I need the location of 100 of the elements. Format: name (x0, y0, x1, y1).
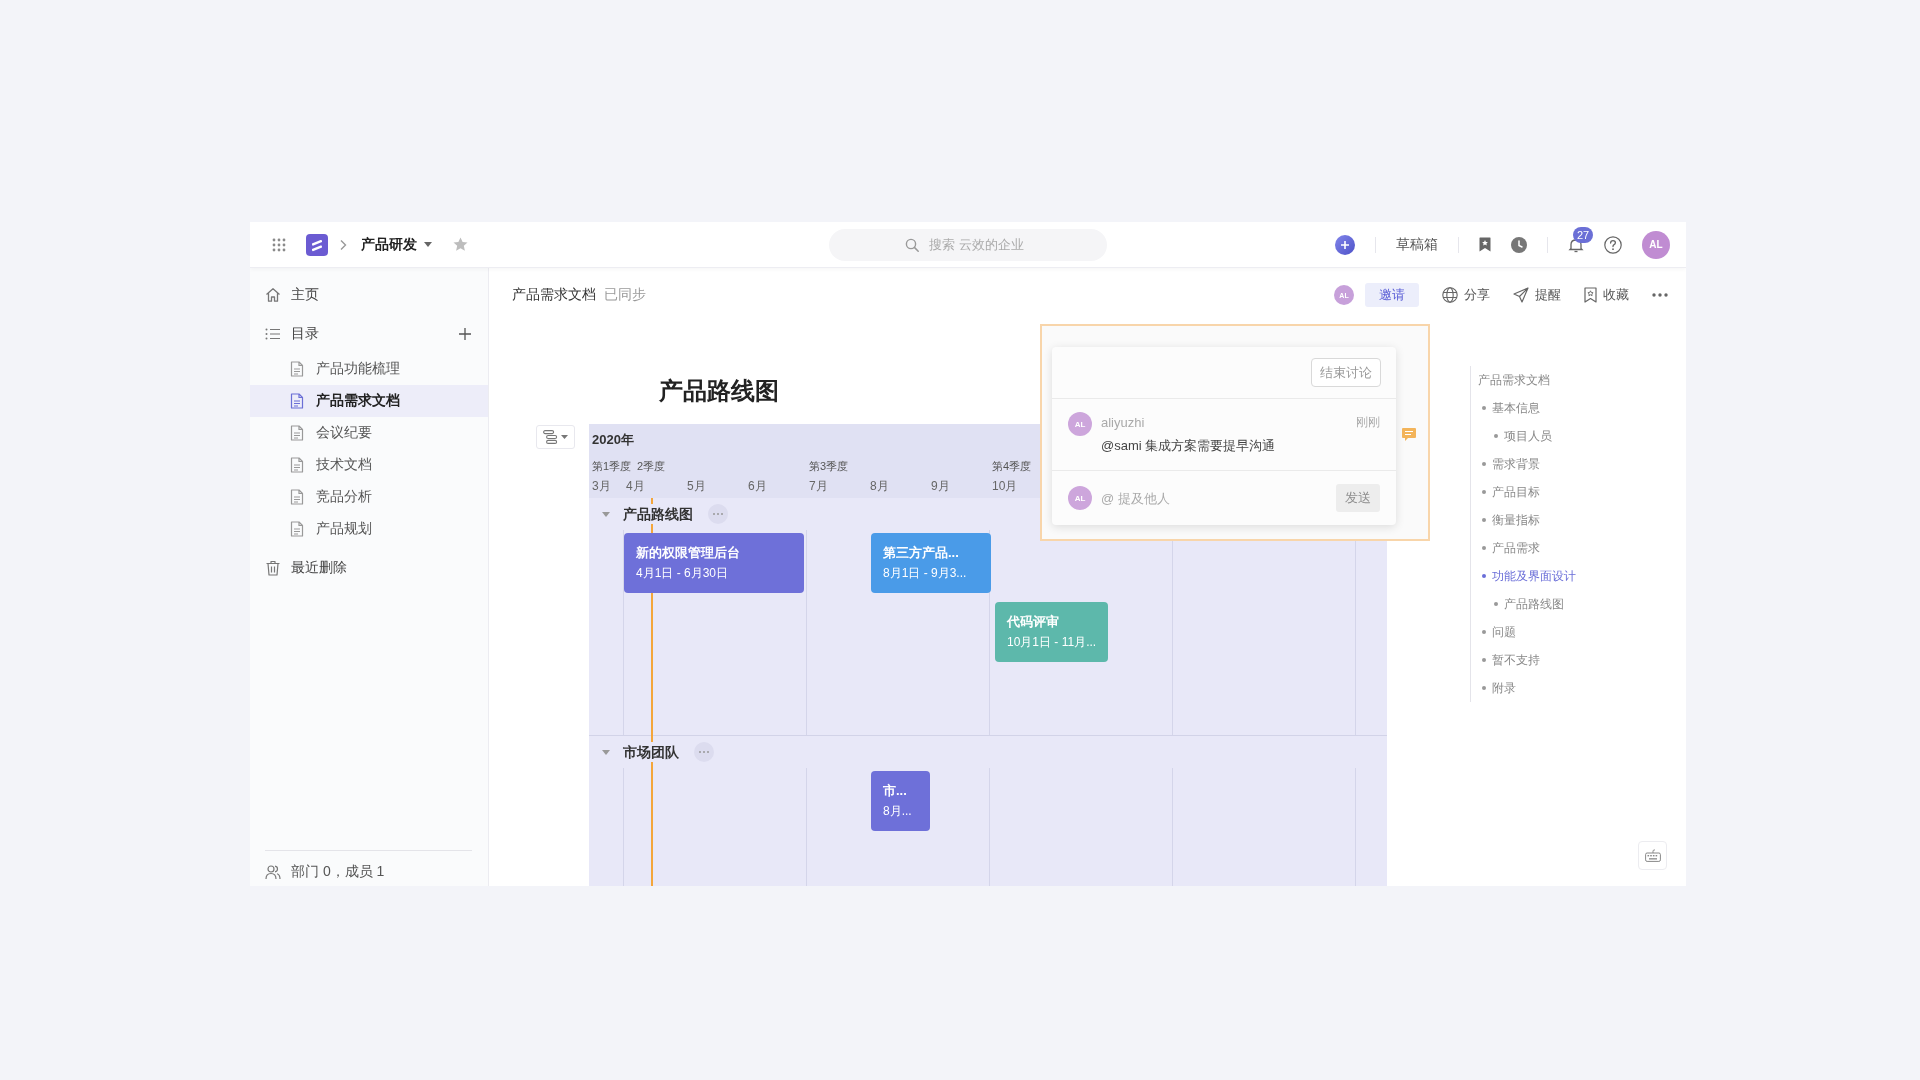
outline-link[interactable]: 产品目标 (1492, 483, 1540, 501)
bullet-icon (1482, 462, 1486, 466)
comment-time: 刚刚 (1356, 413, 1380, 431)
quarter-label: 第1季度 (592, 460, 632, 472)
document-title: 产品路线图 (659, 376, 779, 406)
plus-icon[interactable] (459, 328, 471, 340)
outline-title[interactable]: 产品需求文档 (1478, 371, 1550, 389)
month-label: 8月 (870, 479, 889, 493)
create-button[interactable] (1335, 234, 1355, 255)
bullet-icon (1482, 518, 1486, 522)
roadmap-bar[interactable]: 第三方产品... 8月1日 - 9月3... (871, 533, 991, 593)
bookmark-icon[interactable] (1479, 237, 1491, 252)
roadmap-bar[interactable]: 新的权限管理后台 4月1日 - 6月30日 (624, 533, 804, 593)
section-title: 产品路线图 (623, 504, 693, 524)
plus-icon (1340, 239, 1350, 250)
bullet-icon (1482, 574, 1486, 578)
trash-icon (265, 560, 281, 576)
help-icon[interactable] (1604, 235, 1622, 254)
outline-link[interactable]: 暂不支持 (1492, 651, 1540, 669)
quarter-label: 第4季度 (992, 460, 1032, 472)
month-label: 10月 (992, 479, 1018, 493)
share-button[interactable]: 分享 (1442, 286, 1490, 304)
caret-down-icon (424, 242, 432, 247)
globe-icon (1442, 287, 1458, 303)
comment-text: @sami 集成方案需要提早沟通 (1101, 437, 1276, 455)
list-icon (265, 328, 281, 340)
bullet-icon (1482, 546, 1486, 550)
catalog-heading[interactable]: 目录 (291, 325, 319, 343)
more-button[interactable] (1652, 293, 1668, 297)
sidebar-item[interactable]: 会议纪要 (250, 417, 488, 449)
bar-dates: 8月... (883, 803, 912, 820)
outline-link[interactable]: 功能及界面设计 (1492, 567, 1576, 585)
home-icon (265, 287, 281, 303)
outline-link[interactable]: 产品路线图 (1504, 595, 1564, 613)
users-icon (265, 863, 281, 880)
comment-author: aliyuzhi (1101, 414, 1145, 430)
search-icon (905, 237, 919, 252)
outline-link[interactable]: 问题 (1492, 623, 1516, 641)
month-label: 6月 (748, 479, 767, 493)
caret-down-icon[interactable] (602, 511, 610, 517)
bullet-icon (1482, 630, 1486, 634)
reply-avatar: AL (1068, 486, 1092, 510)
favorite-button[interactable]: 收藏 (1584, 286, 1629, 304)
caret-down-icon (561, 435, 568, 439)
document-breadcrumb[interactable]: 产品需求文档 (512, 286, 596, 304)
quarter-label: 第3季度 (809, 460, 849, 472)
view-options-button[interactable] (536, 425, 575, 449)
trash-link[interactable]: 最近删除 (250, 552, 488, 584)
paper-plane-icon (1513, 287, 1529, 303)
bar-dates: 8月1日 - 9月3... (883, 565, 967, 582)
bar-dates: 10月1日 - 11月... (1007, 634, 1097, 651)
roadmap-bar[interactable]: 代码评审 10月1日 - 11月... (995, 602, 1108, 662)
sync-status: 已同步 (604, 286, 646, 304)
keyboard-button[interactable] (1638, 841, 1667, 870)
month-label: 4月 (626, 479, 645, 493)
caret-down-icon[interactable] (602, 749, 610, 755)
bullet-icon (1482, 686, 1486, 690)
bar-title: 新的权限管理后台 (636, 544, 740, 562)
search-field[interactable]: 搜索 云效的企业 (829, 228, 1107, 261)
bullet-icon (1494, 434, 1498, 438)
outline-link[interactable]: 项目人员 (1504, 427, 1552, 445)
apps-icon[interactable] (272, 237, 286, 252)
member-count: 部门 0，成员 1 (291, 862, 385, 881)
sidebar-item[interactable]: 竞品分析 (250, 481, 488, 513)
drafts-button[interactable]: 草稿箱 (1396, 235, 1438, 254)
outline-link[interactable]: 基本信息 (1492, 399, 1540, 417)
outline-link[interactable]: 需求背景 (1492, 455, 1540, 473)
sidebar-item[interactable]: 产品功能梳理 (250, 353, 488, 385)
outline-link[interactable]: 附录 (1492, 679, 1516, 697)
bookmark-icon (1584, 287, 1597, 303)
logo-icon (306, 233, 328, 256)
quarter-label: 2季度 (637, 460, 666, 472)
year-label: 2020年 (592, 432, 634, 447)
outline-link[interactable]: 产品需求 (1492, 539, 1540, 557)
clock-icon[interactable] (1511, 236, 1527, 253)
sidebar-item[interactable]: 技术文档 (250, 449, 488, 481)
month-label: 3月 (592, 479, 611, 493)
document-icon (290, 425, 304, 441)
mention-input[interactable]: @ 提及他人 (1101, 487, 1327, 509)
roadmap-bar[interactable]: 市... 8月... (871, 771, 930, 831)
document-icon (290, 521, 304, 537)
user-avatar[interactable]: AL (1642, 230, 1670, 259)
bullet-icon (1482, 658, 1486, 662)
comment-avatar: AL (1068, 412, 1092, 436)
bar-title: 第三方产品... (883, 544, 959, 562)
home-link[interactable]: 主页 (250, 279, 488, 311)
outline-link[interactable]: 衡量指标 (1492, 511, 1540, 529)
star-icon[interactable] (453, 237, 468, 252)
sidebar-item[interactable]: 产品需求文档 (250, 385, 488, 417)
bar-title: 代码评审 (1007, 613, 1059, 631)
outline-icon (543, 430, 558, 444)
document-icon (290, 457, 304, 473)
remind-button[interactable]: 提醒 (1513, 286, 1561, 304)
invite-button[interactable]: 邀请 (1365, 283, 1419, 307)
project-switcher[interactable]: 产品研发 (361, 235, 432, 254)
bullet-icon (1482, 406, 1486, 410)
sidebar-item[interactable]: 产品规划 (250, 513, 488, 545)
month-label: 5月 (687, 479, 706, 493)
end-discussion-button[interactable]: 结束讨论 (1311, 358, 1381, 387)
bullet-icon (1494, 602, 1498, 606)
